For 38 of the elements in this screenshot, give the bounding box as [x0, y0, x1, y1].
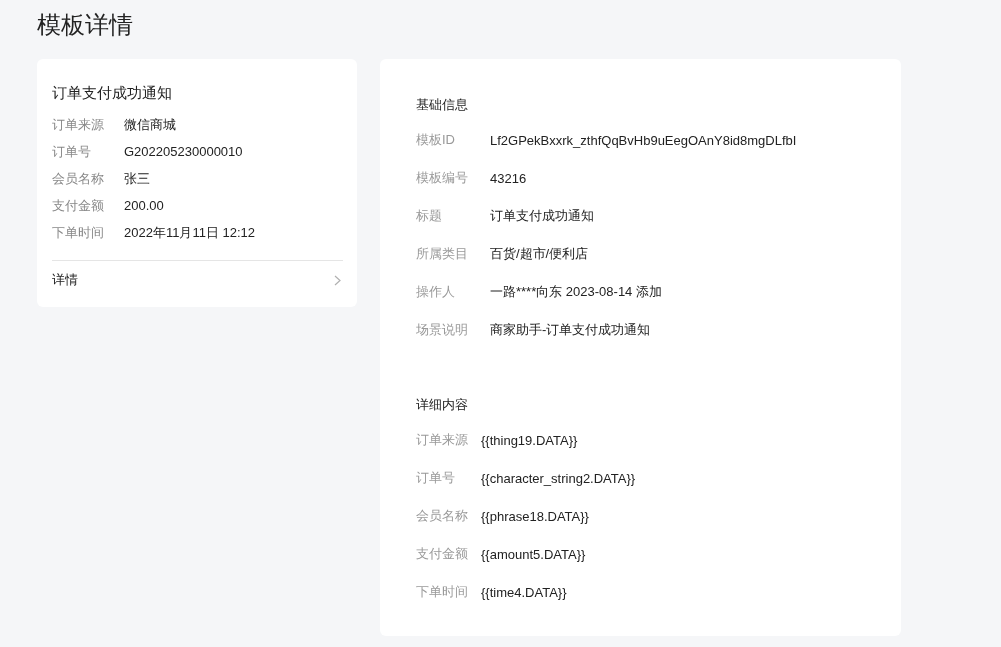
field-label: 下单时间 [52, 223, 105, 242]
field-label: 所属类目 [416, 245, 469, 263]
field-value: 订单支付成功通知 [490, 207, 594, 225]
field-value: 张三 [124, 169, 150, 188]
field-value: 2022年11月11日 12:12 [124, 223, 256, 242]
field-value: {{amount5.DATA}} [481, 546, 586, 562]
field-value: 一路****向东 2023-08-14 添加 [490, 283, 662, 301]
detail-link[interactable]: 详情 [52, 261, 343, 299]
section-title: 基础信息 [416, 96, 468, 114]
field-label: 模板ID [416, 131, 456, 149]
field-value: G202205230000010 [124, 144, 243, 159]
field-label: 标题 [416, 207, 443, 225]
section-title: 详细内容 [416, 396, 468, 414]
card-title: 订单支付成功通知 [52, 83, 172, 103]
field-label: 场景说明 [416, 321, 469, 339]
field-label: 支付金额 [416, 545, 469, 563]
field-value: 43216 [490, 170, 527, 186]
field-label: 支付金额 [52, 196, 105, 215]
field-label: 订单来源 [52, 115, 105, 134]
field-value: Lf2GPekBxxrk_zthfQqBvHb9uEegOAnY8id8mgDLfbI [490, 132, 797, 148]
field-value: 商家助手-订单支付成功通知 [490, 321, 651, 339]
field-label: 订单号 [52, 142, 92, 161]
chevron-right-icon [334, 274, 341, 286]
field-value: {{character_string2.DATA}} [481, 470, 636, 486]
field-label: 操作人 [416, 283, 456, 301]
field-label: 会员名称 [416, 507, 469, 525]
field-label: 下单时间 [416, 583, 469, 601]
field-value: {{thing19.DATA}} [481, 432, 578, 448]
field-value: 200.00 [124, 198, 164, 213]
field-label: 订单号 [416, 469, 456, 487]
page-title: 模板详情 [37, 10, 133, 40]
field-value: 百货/超市/便利店 [490, 245, 589, 263]
field-value: {{phrase18.DATA}} [481, 508, 589, 524]
field-label: 会员名称 [52, 169, 105, 188]
field-label: 订单来源 [416, 431, 469, 449]
field-value: {{time4.DATA}} [481, 584, 567, 600]
field-value: 微信商城 [124, 115, 176, 134]
field-label: 模板编号 [416, 169, 469, 187]
